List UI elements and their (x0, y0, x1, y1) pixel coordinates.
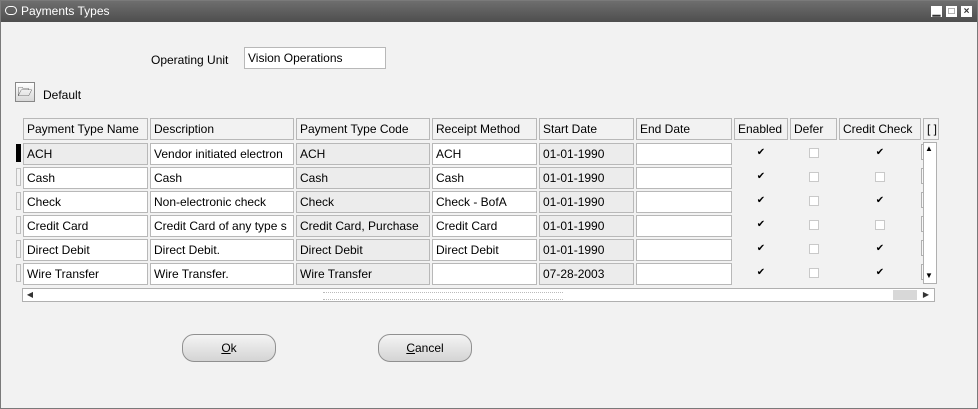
default-label: Default (43, 88, 82, 102)
enabled-checkbox[interactable]: ✔ (756, 196, 766, 206)
scroll-left-icon[interactable]: ◀ (24, 290, 36, 300)
description-cell[interactable]: Wire Transfer. (150, 263, 294, 285)
row-selector[interactable] (16, 240, 21, 258)
description-cell[interactable]: Vendor initiated electron (150, 143, 294, 165)
horizontal-scrollbar[interactable]: ◀ ▶ (22, 288, 935, 302)
defer-checkbox[interactable] (808, 220, 819, 230)
code-cell[interactable]: Credit Card, Purchase (296, 215, 430, 237)
row-selector[interactable] (16, 216, 21, 234)
window-menu-icon[interactable] (5, 6, 17, 15)
scroll-right-icon[interactable]: ▶ (920, 290, 932, 300)
header-enabled: Enabled (734, 118, 788, 140)
defer-checkbox[interactable] (808, 172, 819, 182)
header-defer: Defer (790, 118, 837, 140)
description-cell[interactable]: Cash (150, 167, 294, 189)
credit-check-checkbox[interactable]: ✔ (875, 268, 885, 278)
credit-check-checkbox[interactable]: ✔ (875, 244, 885, 254)
defer-checkbox[interactable] (808, 268, 819, 278)
vertical-scrollbar[interactable]: ▲ ▼ (923, 142, 937, 284)
code-cell[interactable]: Check (296, 191, 430, 213)
minimize-icon[interactable]: ▁ (931, 6, 942, 17)
row-selector[interactable] (16, 144, 21, 162)
receipt-method-cell[interactable]: Direct Debit (432, 239, 537, 261)
row-selector[interactable] (16, 168, 21, 186)
end-date-cell[interactable] (636, 143, 732, 165)
scroll-up-icon[interactable]: ▲ (925, 144, 933, 153)
row-selector[interactable] (16, 192, 21, 210)
scroll-down-icon[interactable]: ▼ (925, 271, 933, 280)
start-date-cell[interactable]: 01-01-1990 (539, 239, 634, 261)
enabled-checkbox[interactable]: ✔ (756, 220, 766, 230)
name-cell[interactable]: Credit Card (23, 215, 148, 237)
enabled-checkbox[interactable]: ✔ (756, 172, 766, 182)
end-date-cell[interactable] (636, 263, 732, 285)
end-date-cell[interactable] (636, 167, 732, 189)
name-cell[interactable]: Wire Transfer (23, 263, 148, 285)
code-cell[interactable]: Cash (296, 167, 430, 189)
enabled-checkbox[interactable]: ✔ (756, 148, 766, 158)
defer-checkbox[interactable] (808, 148, 819, 158)
header-payment-type-code: Payment Type Code (296, 118, 430, 140)
defer-checkbox[interactable] (808, 244, 819, 254)
folder-open-icon: 🗁 (17, 85, 33, 99)
defer-checkbox[interactable] (808, 196, 819, 206)
code-cell[interactable]: Wire Transfer (296, 263, 430, 285)
window-title: Payments Types (21, 4, 110, 18)
row-selector[interactable] (16, 264, 21, 282)
description-cell[interactable]: Non-electronic check (150, 191, 294, 213)
maximize-icon[interactable]: □ (946, 6, 957, 17)
name-cell[interactable]: ACH (23, 143, 148, 165)
receipt-method-cell[interactable]: ACH (432, 143, 537, 165)
receipt-method-cell[interactable] (432, 263, 537, 285)
title-bar: Payments Types ▁ □ × (1, 1, 977, 22)
receipt-method-cell[interactable]: Credit Card (432, 215, 537, 237)
cancel-button[interactable]: Cancel (378, 334, 472, 362)
description-cell[interactable]: Credit Card of any type s (150, 215, 294, 237)
receipt-method-cell[interactable]: Check - BofA (432, 191, 537, 213)
operating-unit-field[interactable]: Vision Operations (244, 47, 386, 69)
start-date-cell[interactable]: 01-01-1990 (539, 143, 634, 165)
credit-check-checkbox[interactable] (875, 220, 885, 230)
name-cell[interactable]: Check (23, 191, 148, 213)
start-date-cell[interactable]: 01-01-1990 (539, 215, 634, 237)
header-credit-check: Credit Check (839, 118, 921, 140)
code-cell[interactable]: ACH (296, 143, 430, 165)
end-date-cell[interactable] (636, 239, 732, 261)
description-cell[interactable]: Direct Debit. (150, 239, 294, 261)
header-end-date: End Date (636, 118, 732, 140)
start-date-cell[interactable]: 01-01-1990 (539, 167, 634, 189)
scroll-thumb[interactable] (323, 292, 563, 300)
default-button[interactable]: 🗁 (15, 82, 35, 102)
enabled-checkbox[interactable]: ✔ (756, 244, 766, 254)
operating-unit-label: Operating Unit (151, 53, 229, 67)
enabled-checkbox[interactable]: ✔ (756, 268, 766, 278)
header-payment-type-name: Payment Type Name (23, 118, 148, 140)
start-date-cell[interactable]: 01-01-1990 (539, 191, 634, 213)
name-cell[interactable]: Cash (23, 167, 148, 189)
header-extra: [ ] (923, 118, 939, 140)
credit-check-checkbox[interactable] (875, 172, 885, 182)
receipt-method-cell[interactable]: Cash (432, 167, 537, 189)
credit-check-checkbox[interactable]: ✔ (875, 148, 885, 158)
credit-check-checkbox[interactable]: ✔ (875, 196, 885, 206)
close-icon[interactable]: × (961, 6, 972, 17)
header-receipt-method: Receipt Method (432, 118, 537, 140)
header-start-date: Start Date (539, 118, 634, 140)
ok-button[interactable]: Ok (182, 334, 276, 362)
end-date-cell[interactable] (636, 215, 732, 237)
end-date-cell[interactable] (636, 191, 732, 213)
code-cell[interactable]: Direct Debit (296, 239, 430, 261)
name-cell[interactable]: Direct Debit (23, 239, 148, 261)
start-date-cell[interactable]: 07-28-2003 (539, 263, 634, 285)
scroll-thumb-right[interactable] (893, 290, 917, 300)
header-description: Description (150, 118, 294, 140)
